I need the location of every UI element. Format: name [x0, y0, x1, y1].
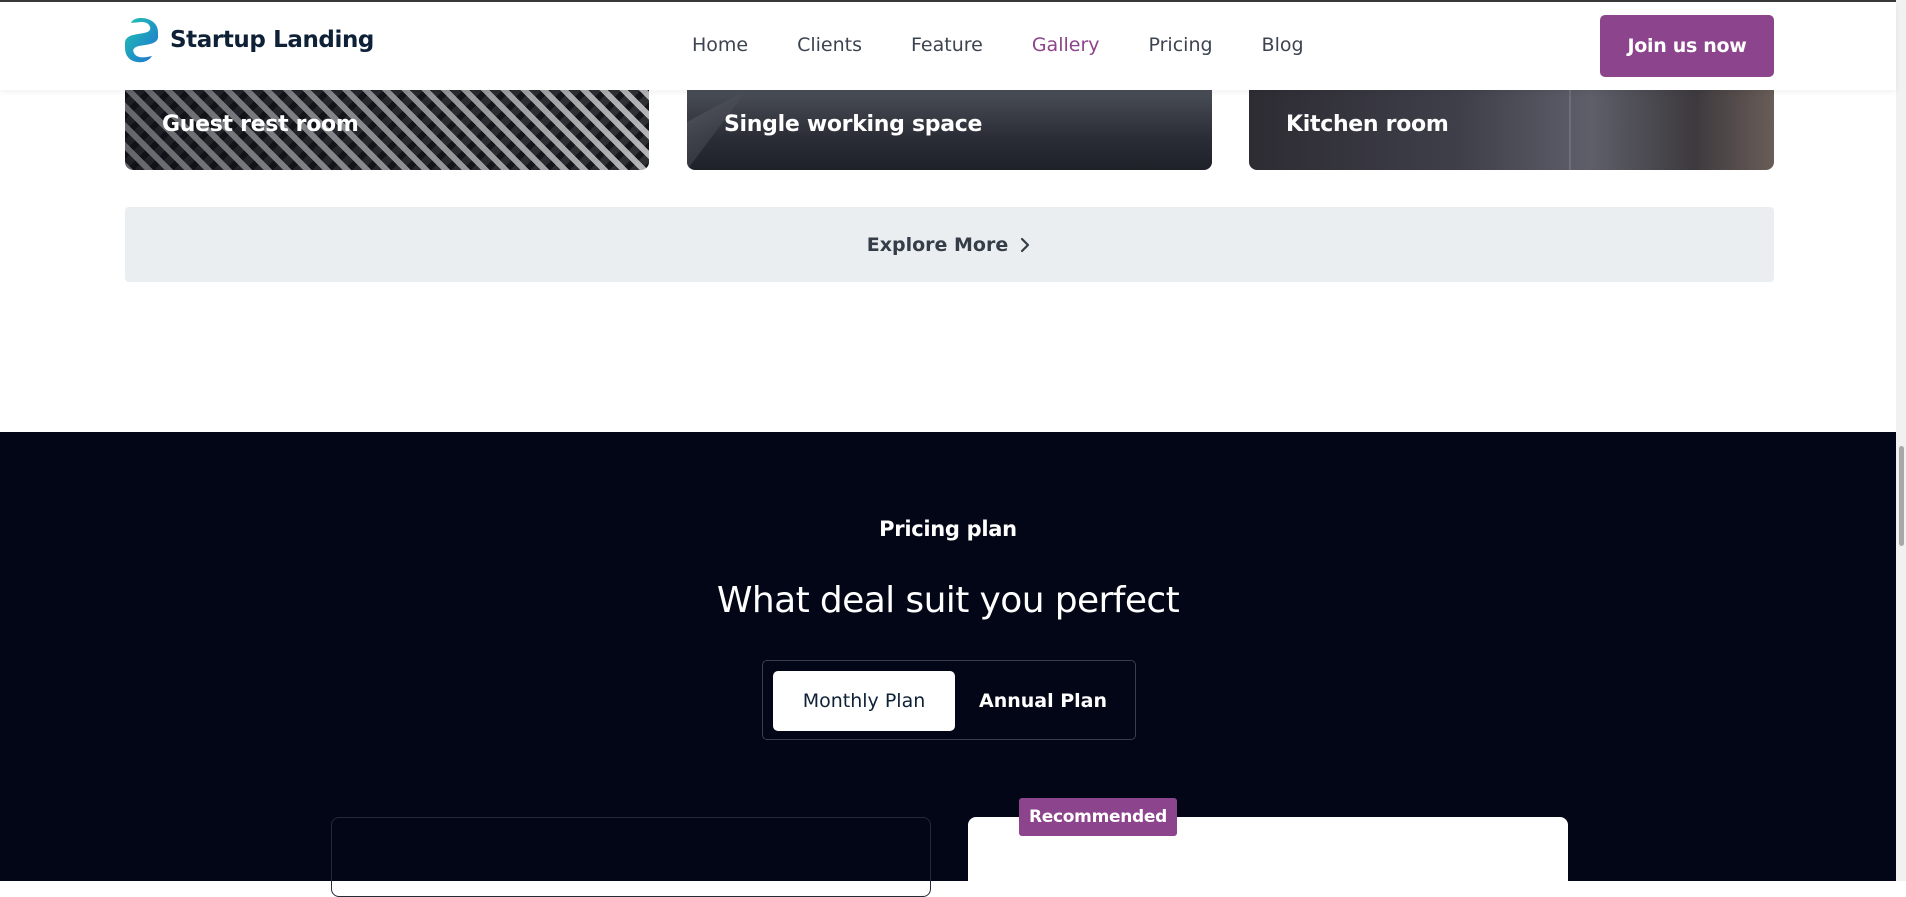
nav-home[interactable]: Home: [692, 34, 748, 56]
nav-pricing[interactable]: Pricing: [1149, 34, 1213, 56]
nav-gallery[interactable]: Gallery: [1032, 34, 1100, 56]
pricing-heading: What deal suit you perfect: [716, 580, 1180, 621]
gallery-card-guest-rest-room[interactable]: Guest rest room: [125, 90, 649, 170]
nav-clients[interactable]: Clients: [797, 34, 862, 56]
explore-more-label: Explore More: [866, 233, 1009, 256]
pricing-card-basic: [331, 817, 931, 897]
annual-plan-tab[interactable]: Annual Plan: [961, 671, 1125, 731]
logo-icon: [125, 18, 158, 63]
nav-feature[interactable]: Feature: [911, 34, 983, 56]
gallery-card-single-working-space[interactable]: Single working space: [687, 90, 1212, 170]
gallery-card-label: Kitchen room: [1286, 112, 1449, 137]
site-header: Startup Landing Home Clients Feature Gal…: [0, 2, 1896, 90]
monthly-plan-tab[interactable]: Monthly Plan: [773, 671, 955, 731]
scrollbar-thumb[interactable]: [1899, 446, 1904, 546]
brand-name: Startup Landing: [170, 27, 374, 53]
explore-more-button[interactable]: Explore More: [125, 207, 1774, 282]
pricing-section: Pricing plan What deal suit you perfect …: [0, 432, 1896, 897]
pricing-eyebrow: Pricing plan: [879, 517, 1017, 541]
gallery-card-label: Guest rest room: [162, 112, 359, 137]
brand-logo[interactable]: Startup Landing: [125, 17, 374, 63]
nav-blog[interactable]: Blog: [1262, 34, 1304, 56]
recommended-badge: Recommended: [1019, 798, 1178, 836]
main-nav: Home Clients Feature Gallery Pricing Blo…: [692, 34, 1353, 56]
chevron-right-icon: [1021, 237, 1030, 252]
page-scrollbar[interactable]: [1896, 0, 1906, 881]
join-us-button[interactable]: Join us now: [1600, 15, 1774, 77]
plan-toggle: Monthly Plan Annual Plan: [762, 660, 1136, 740]
gallery-card-kitchen-room[interactable]: Kitchen room: [1249, 90, 1774, 170]
gallery-card-label: Single working space: [724, 112, 983, 137]
